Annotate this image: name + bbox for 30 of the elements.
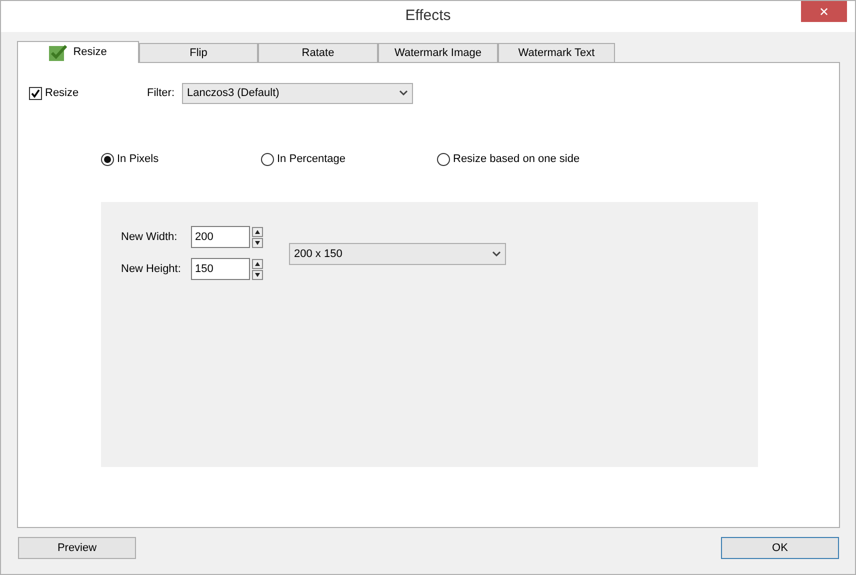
spin-buttons[interactable] <box>252 258 263 280</box>
field-label: New Height: <box>121 262 182 277</box>
radio-button[interactable] <box>101 152 114 166</box>
tab[interactable]: Watermark Text <box>498 43 615 62</box>
checkbox-label[interactable]: Resize <box>45 84 79 102</box>
window-title: Effects <box>405 6 451 26</box>
dialog-button[interactable]: OK <box>721 537 839 559</box>
checkmark-icon <box>49 44 68 60</box>
caret-icon <box>492 251 501 257</box>
caret-icon <box>399 90 408 96</box>
radio-label[interactable]: Resize based on one side <box>453 150 580 168</box>
filter-label: Filter: <box>147 86 176 101</box>
radio-button[interactable] <box>261 152 274 166</box>
field-label: New Width: <box>121 230 178 245</box>
spin-buttons[interactable] <box>252 226 263 248</box>
dialog-button[interactable]: Preview <box>18 537 136 559</box>
radio-label[interactable]: In Percentage <box>277 150 346 168</box>
tab[interactable]: Resize <box>17 41 139 63</box>
checkbox[interactable] <box>29 86 42 100</box>
number-field[interactable]: 150 <box>191 258 250 280</box>
tab[interactable]: Watermark Image <box>378 43 498 62</box>
number-field[interactable]: 200 <box>191 226 250 248</box>
size-preset-dropdown[interactable]: 200 x 150 <box>289 243 506 265</box>
tab[interactable]: Flip <box>139 43 258 62</box>
filter-dropdown[interactable]: Lanczos3 (Default) <box>182 82 413 104</box>
tab[interactable]: Ratate <box>258 43 378 62</box>
check-icon <box>30 88 41 98</box>
radio-button[interactable] <box>437 152 450 166</box>
radio-label[interactable]: In Pixels <box>117 150 159 168</box>
close-button[interactable]: ✕ <box>801 1 847 22</box>
